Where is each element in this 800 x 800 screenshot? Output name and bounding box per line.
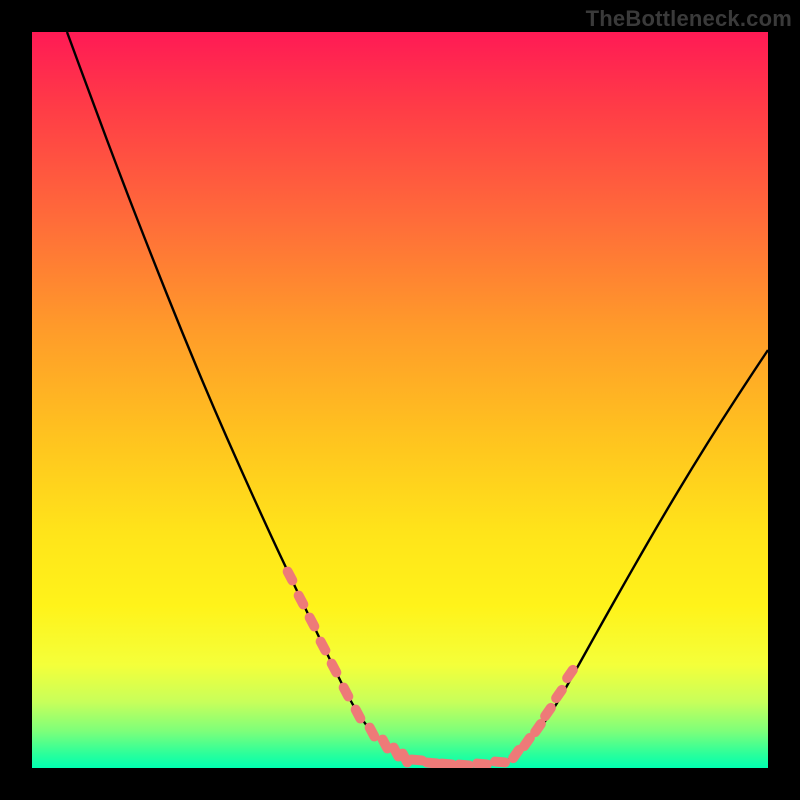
marker-pill bbox=[337, 681, 355, 703]
marker-pill bbox=[314, 635, 332, 657]
watermark-text: TheBottleneck.com bbox=[586, 6, 792, 32]
plot-area bbox=[32, 32, 768, 768]
curve-right bbox=[512, 350, 768, 759]
marker-pill bbox=[281, 565, 299, 587]
chart-svg bbox=[32, 32, 768, 768]
curve-left bbox=[67, 32, 412, 759]
marker-pill bbox=[490, 756, 511, 768]
marker-pill bbox=[454, 759, 475, 768]
marker-pill bbox=[325, 657, 343, 679]
marker-pill bbox=[472, 758, 493, 768]
marker-pill bbox=[292, 589, 310, 611]
marker-pill bbox=[303, 611, 321, 633]
outer-frame: TheBottleneck.com bbox=[0, 0, 800, 800]
marker-group bbox=[281, 565, 580, 768]
